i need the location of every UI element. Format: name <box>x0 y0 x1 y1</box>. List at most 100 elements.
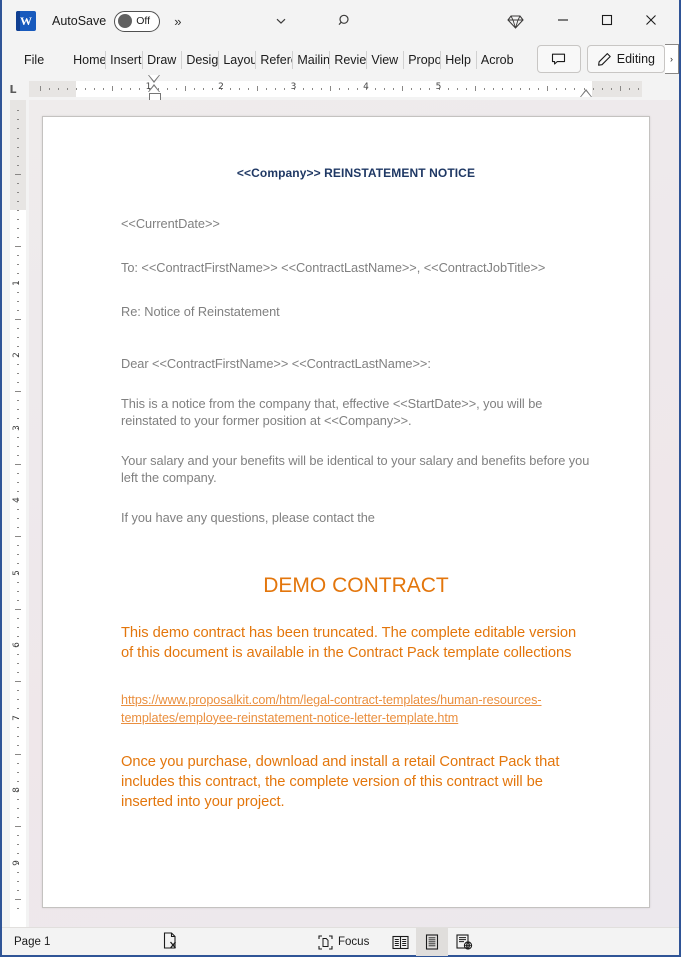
ruler-tick <box>257 86 259 91</box>
ruler-tick <box>17 527 19 529</box>
editing-button[interactable]: Editing <box>586 45 665 73</box>
ruler-tick <box>17 445 19 447</box>
editing-overflow-caret[interactable]: › <box>665 44 679 74</box>
ruler-tick <box>17 219 19 221</box>
web-layout-button[interactable] <box>448 928 480 956</box>
ruler-tick <box>17 409 19 411</box>
ruler-tick <box>17 871 19 873</box>
ruler-tick <box>17 291 19 293</box>
quick-access-more-button[interactable]: » <box>174 14 181 29</box>
ruler-tick <box>529 88 531 90</box>
maximize-button[interactable] <box>585 4 629 36</box>
document-body[interactable]: <<Company>> REINSTATEMENT NOTICE <<Curre… <box>43 117 649 813</box>
ruler-tick <box>429 88 431 90</box>
print-layout-button[interactable] <box>416 928 448 956</box>
tab-draw[interactable]: Draw <box>142 47 181 73</box>
ruler-tick <box>15 753 21 755</box>
ruler-tick <box>15 536 21 538</box>
ruler-tick <box>17 808 19 810</box>
demo-truncated-notice: This demo contract has been truncated. T… <box>121 625 577 662</box>
tab-layout[interactable]: Layout <box>218 47 255 73</box>
ruler-number: 5 <box>11 569 22 576</box>
ruler-tick <box>420 88 422 90</box>
ruler-tick <box>574 88 576 90</box>
tab-proposal-kit[interactable]: Proposal Kit <box>403 47 440 73</box>
vertical-ruler[interactable]: 1 2 3 4 5 6 7 8 9 <box>2 100 29 927</box>
tab-design[interactable]: Design <box>181 47 218 73</box>
ruler-tick <box>17 472 19 474</box>
editing-label: Editing <box>616 52 655 66</box>
tab-file[interactable]: File <box>16 47 52 73</box>
tab-references[interactable]: References <box>255 47 292 73</box>
tab-acrobat[interactable]: Acrobat <box>475 47 513 73</box>
ruler-tick <box>17 382 19 384</box>
ruler-tick <box>17 771 19 773</box>
ruler-tick <box>329 86 331 91</box>
word-window: W AutoSave Off » File Home Insert Draw D… <box>0 0 681 957</box>
read-mode-button[interactable] <box>384 928 416 956</box>
ruler-tick <box>465 88 467 90</box>
paragraph-re-line: Re: Notice of Reinstatement <box>121 304 280 320</box>
ruler-tick <box>619 86 621 91</box>
ruler-tick <box>565 88 567 90</box>
tab-mailings[interactable]: Mailings <box>292 47 329 73</box>
ruler-tick <box>15 826 21 828</box>
ruler-tick <box>17 726 19 728</box>
ruler-tick <box>17 454 19 456</box>
ruler-tick <box>17 137 19 139</box>
proofing-errors-icon[interactable] <box>162 932 179 950</box>
tab-view[interactable]: View <box>366 47 403 73</box>
indent-markers[interactable] <box>148 75 161 101</box>
ruler-number: 8 <box>11 787 22 793</box>
ruler-tick <box>94 88 96 90</box>
ruler-tick <box>121 88 123 90</box>
tab-insert-label: Insert <box>110 53 142 67</box>
ruler-number: 2 <box>11 352 22 358</box>
diamond-icon[interactable] <box>500 6 530 36</box>
chevron-down-icon[interactable] <box>266 6 296 36</box>
ruler-tick <box>17 599 19 601</box>
ruler-tick <box>501 88 503 90</box>
page-number-status[interactable]: Page 1 <box>14 936 50 948</box>
search-icon[interactable] <box>330 6 360 36</box>
tab-stop-selector[interactable]: L <box>2 83 24 96</box>
ruler-tick <box>39 86 41 91</box>
paragraph-questions: If you have any questions, please contac… <box>121 510 375 526</box>
ruler-tick <box>17 155 19 157</box>
demo-purchase-notice: Once you purchase, download and install … <box>121 754 560 811</box>
title-bar: W AutoSave Off » <box>2 0 679 42</box>
comments-button[interactable] <box>536 45 581 73</box>
focus-mode-button[interactable]: Focus <box>318 928 369 956</box>
tab-help[interactable]: Help <box>440 47 476 73</box>
word-logo-icon: W <box>16 11 36 31</box>
ruler-tick <box>17 309 19 311</box>
autosave-toggle[interactable]: Off <box>114 10 161 32</box>
ruler-tick <box>456 88 458 90</box>
ruler-tick <box>17 228 19 230</box>
autosave-label: AutoSave <box>52 14 107 28</box>
horizontal-ruler[interactable]: L 12345 <box>2 75 679 101</box>
ruler-tick <box>15 391 21 393</box>
ribbon-tab-bar: File Home Insert Draw Design Layout Refe… <box>2 42 679 78</box>
ruler-tick <box>610 88 612 90</box>
ruler-tick <box>17 817 19 819</box>
close-button[interactable] <box>629 4 673 36</box>
vertical-ruler-strip: 1 2 3 4 5 6 7 8 9 <box>10 100 26 927</box>
ruler-tick <box>338 88 340 90</box>
ruler-tick <box>356 88 358 90</box>
ruler-tick <box>637 88 639 90</box>
tab-file-label: File <box>24 53 45 67</box>
ruler-tick <box>17 210 19 211</box>
minimize-button[interactable] <box>541 4 585 36</box>
tab-review[interactable]: Review <box>329 47 366 73</box>
tab-insert[interactable]: Insert <box>105 47 142 73</box>
right-indent-marker[interactable] <box>580 89 592 97</box>
ruler-tick <box>402 86 404 91</box>
demo-template-link[interactable]: https://www.proposalkit.com/htm/legal-co… <box>121 693 542 725</box>
tab-home[interactable]: Home <box>68 47 105 73</box>
ruler-tick <box>17 780 19 782</box>
ruler-tick <box>17 581 19 583</box>
document-page-1[interactable]: <<Company>> REINSTATEMENT NOTICE <<Curre… <box>42 116 650 908</box>
ruler-tick <box>17 481 19 483</box>
ruler-tick <box>375 88 377 90</box>
